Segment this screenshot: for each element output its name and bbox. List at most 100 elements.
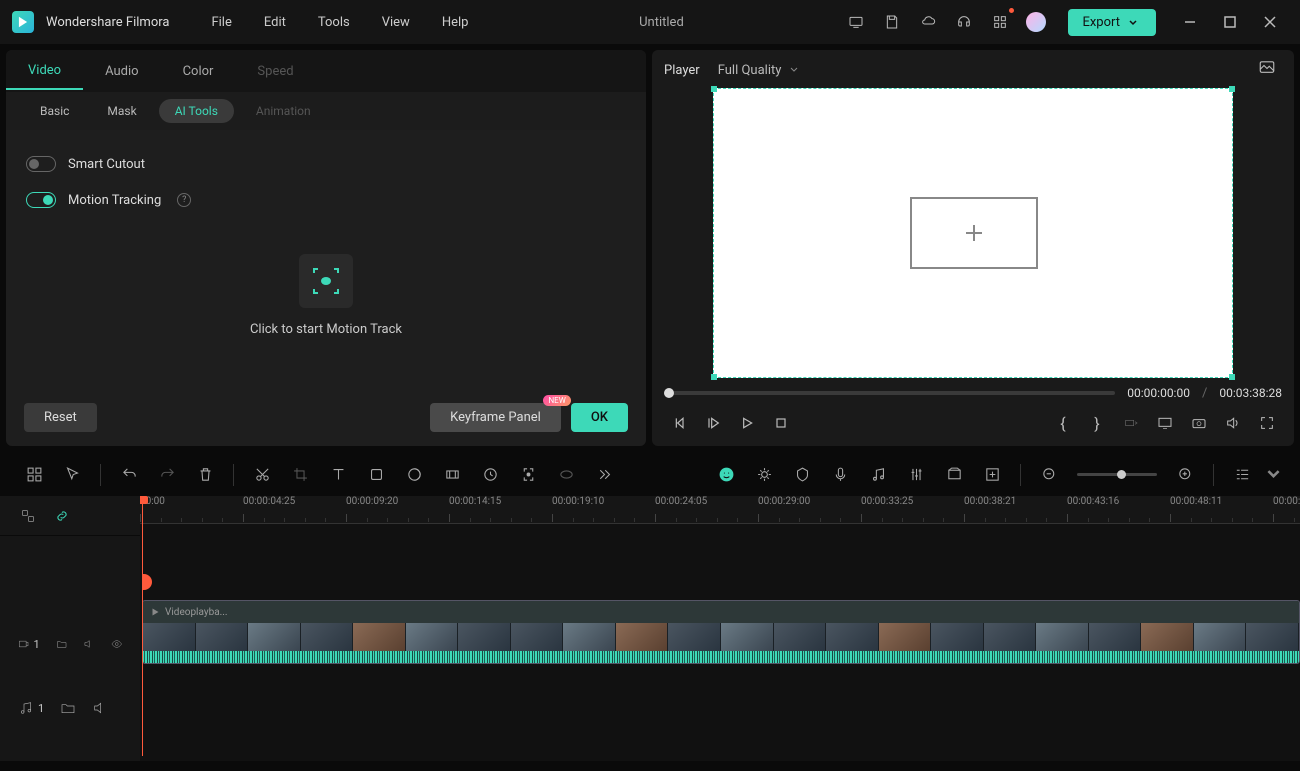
video-track-header: 1 xyxy=(0,608,140,680)
keyframe-icon[interactable] xyxy=(512,459,544,491)
play-button[interactable] xyxy=(732,408,762,438)
render-icon[interactable] xyxy=(938,459,970,491)
video-clip[interactable]: Videoplayba... xyxy=(142,600,1300,664)
list-view-icon[interactable] xyxy=(1226,459,1258,491)
add-track-icon[interactable] xyxy=(976,459,1008,491)
reset-button[interactable]: Reset xyxy=(24,403,97,432)
minimize-button[interactable] xyxy=(1172,4,1208,40)
ai-face-icon[interactable] xyxy=(710,459,742,491)
cut-icon[interactable] xyxy=(246,459,278,491)
inspector-tabs: Video Audio Color Speed xyxy=(6,50,646,92)
export-button[interactable]: Export xyxy=(1068,9,1156,36)
playhead[interactable] xyxy=(142,496,143,756)
more-icon[interactable] xyxy=(588,459,620,491)
delete-icon[interactable] xyxy=(189,459,221,491)
cloud-icon[interactable] xyxy=(912,6,944,38)
save-icon[interactable] xyxy=(876,6,908,38)
menu-help[interactable]: Help xyxy=(428,9,483,36)
motion-tracking-row: Motion Tracking ? xyxy=(26,182,626,218)
new-badge: NEW xyxy=(543,395,570,406)
clip-settings-icon[interactable] xyxy=(1116,408,1146,438)
menu-file[interactable]: File xyxy=(197,9,245,36)
device-icon[interactable] xyxy=(840,6,872,38)
color-icon[interactable] xyxy=(398,459,430,491)
zoom-out-icon[interactable] xyxy=(1033,459,1065,491)
preview-scrubber[interactable] xyxy=(664,391,1115,395)
camera-icon[interactable] xyxy=(1184,408,1214,438)
smart-cutout-toggle[interactable] xyxy=(26,156,56,172)
timeline-tracks-area[interactable]: 00:0000:00:04:2500:00:09:2000:00:14:1500… xyxy=(140,496,1300,761)
music-icon[interactable] xyxy=(862,459,894,491)
mark-in-button[interactable]: { xyxy=(1048,408,1078,438)
menu-tools[interactable]: Tools xyxy=(304,9,364,36)
motion-track-start[interactable]: Click to start Motion Track xyxy=(26,218,626,373)
support-icon[interactable] xyxy=(948,6,980,38)
preview-canvas[interactable] xyxy=(713,88,1233,378)
preview-canvas-area[interactable] xyxy=(664,88,1282,378)
help-icon[interactable]: ? xyxy=(177,193,191,207)
ok-button[interactable]: OK xyxy=(571,403,628,432)
keyframe-panel-button[interactable]: Keyframe PanelNEW xyxy=(430,403,561,432)
audio-track-header: 1 xyxy=(0,680,140,736)
mask-icon[interactable] xyxy=(550,459,582,491)
view-options-icon[interactable] xyxy=(1264,459,1282,491)
cursor-icon[interactable] xyxy=(56,459,88,491)
snap-icon[interactable] xyxy=(18,506,38,526)
crop-icon[interactable] xyxy=(284,459,316,491)
app-name: Wondershare Filmora xyxy=(46,15,169,30)
speed-icon[interactable] xyxy=(474,459,506,491)
zoom-slider[interactable] xyxy=(1077,473,1157,476)
subtab-basic[interactable]: Basic xyxy=(24,99,85,123)
visibility-icon[interactable] xyxy=(111,636,122,652)
menu-view[interactable]: View xyxy=(368,9,424,36)
zoom-in-icon[interactable] xyxy=(1169,459,1201,491)
menu-edit[interactable]: Edit xyxy=(250,9,300,36)
effects-icon[interactable] xyxy=(436,459,468,491)
tracking-box[interactable] xyxy=(910,197,1038,269)
tab-audio[interactable]: Audio xyxy=(83,54,160,89)
motion-tracking-label: Motion Tracking xyxy=(68,193,161,208)
prev-frame-button[interactable] xyxy=(664,408,694,438)
subtab-mask[interactable]: Mask xyxy=(91,99,152,123)
close-button[interactable] xyxy=(1252,4,1288,40)
subtab-ai-tools[interactable]: AI Tools xyxy=(159,99,234,123)
display-icon[interactable] xyxy=(1150,408,1180,438)
apps-icon[interactable] xyxy=(984,6,1016,38)
link-icon[interactable] xyxy=(52,506,72,526)
mixer-icon[interactable] xyxy=(900,459,932,491)
avatar[interactable] xyxy=(1020,6,1052,38)
undo-icon[interactable] xyxy=(113,459,145,491)
player-tab[interactable]: Player xyxy=(664,63,700,78)
player-panel: Player Full Quality 00:00:00:00 / 00:03:… xyxy=(652,50,1294,446)
maximize-button[interactable] xyxy=(1212,4,1248,40)
stop-button[interactable] xyxy=(766,408,796,438)
frame-icon[interactable] xyxy=(360,459,392,491)
project-title: Untitled xyxy=(639,15,684,30)
timeline-ruler[interactable]: 00:0000:00:04:2500:00:09:2000:00:14:1500… xyxy=(140,496,1300,524)
audio-track-num: 1 xyxy=(38,702,44,715)
time-current: 00:00:00:00 xyxy=(1127,386,1190,400)
motion-tracking-toggle[interactable] xyxy=(26,192,56,208)
mute-icon[interactable] xyxy=(92,700,108,716)
quality-select[interactable]: Full Quality xyxy=(718,63,800,78)
folder-icon[interactable] xyxy=(56,636,67,652)
fullscreen-icon[interactable] xyxy=(1252,408,1282,438)
timeline-toolbar xyxy=(0,452,1300,496)
motion-track-icon xyxy=(299,254,353,308)
snapshot-icon[interactable] xyxy=(1258,58,1282,82)
layout-icon[interactable] xyxy=(18,459,50,491)
volume-icon[interactable] xyxy=(1218,408,1248,438)
play-forward-button[interactable] xyxy=(698,408,728,438)
mute-icon[interactable] xyxy=(83,636,94,652)
folder-icon[interactable] xyxy=(60,700,76,716)
text-icon[interactable] xyxy=(322,459,354,491)
tab-color[interactable]: Color xyxy=(161,54,236,89)
timeline: 1 1 00:0000:00:04:2500:00:09:2000:00:14:… xyxy=(0,496,1300,761)
tab-video[interactable]: Video xyxy=(6,53,83,90)
adjust-icon[interactable] xyxy=(748,459,780,491)
mark-out-button[interactable]: } xyxy=(1082,408,1112,438)
marker-icon[interactable] xyxy=(786,459,818,491)
mic-icon[interactable] xyxy=(824,459,856,491)
redo-icon[interactable] xyxy=(151,459,183,491)
subtab-animation: Animation xyxy=(240,99,327,123)
